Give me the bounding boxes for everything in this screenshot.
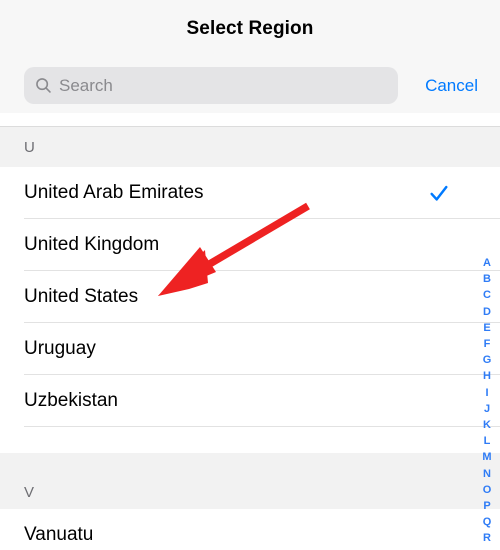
index-letter-a[interactable]: A — [483, 255, 491, 271]
list-item[interactable]: Vanuatu — [0, 509, 500, 550]
section-gap — [0, 427, 500, 453]
search-placeholder: Search — [59, 75, 113, 95]
row-label: Uzbekistan — [24, 390, 118, 411]
row-label: United States — [24, 286, 139, 307]
section-header-u: U — [0, 127, 500, 167]
list-item[interactable]: United Arab Emirates — [0, 167, 500, 219]
cancel-button[interactable]: Cancel — [425, 76, 484, 96]
navigation-bar: Select Region — [0, 0, 500, 58]
index-letter-c[interactable]: C — [483, 287, 491, 303]
row-label: Vanuatu — [24, 524, 94, 545]
list-item[interactable]: United States — [0, 271, 500, 323]
search-icon — [36, 78, 51, 93]
page-title: Select Region — [186, 18, 314, 39]
row-separator — [24, 426, 500, 427]
region-list[interactable]: U United Arab Emirates United Kingdom Un… — [0, 127, 500, 550]
select-region-screen: Select Region Search Cancel U United Ara… — [0, 0, 500, 550]
index-letter-b[interactable]: B — [483, 271, 491, 287]
index-letter-m[interactable]: M — [482, 449, 491, 465]
alphabet-index[interactable]: A B C D E F G H I J K L M N O P Q R — [478, 255, 496, 547]
index-letter-d[interactable]: D — [483, 304, 491, 320]
index-letter-o[interactable]: O — [483, 482, 492, 498]
row-label: United Arab Emirates — [24, 182, 204, 203]
index-letter-j[interactable]: J — [484, 401, 490, 417]
search-input[interactable]: Search — [24, 67, 398, 104]
index-letter-i[interactable]: I — [485, 385, 488, 401]
checkmark-icon — [430, 185, 448, 201]
index-letter-p[interactable]: P — [483, 498, 490, 514]
index-letter-f[interactable]: F — [484, 336, 491, 352]
index-letter-g[interactable]: G — [483, 352, 492, 368]
list-item[interactable]: United Kingdom — [0, 219, 500, 271]
index-letter-k[interactable]: K — [483, 417, 491, 433]
index-letter-e[interactable]: E — [483, 320, 490, 336]
index-letter-h[interactable]: H — [483, 368, 491, 384]
index-letter-r[interactable]: R — [483, 530, 491, 546]
list-item[interactable]: Uruguay — [0, 323, 500, 375]
index-letter-q[interactable]: Q — [483, 514, 492, 530]
index-letter-n[interactable]: N — [483, 466, 491, 482]
list-item[interactable]: Uzbekistan — [0, 375, 500, 427]
index-letter-l[interactable]: L — [484, 433, 491, 449]
row-label: United Kingdom — [24, 234, 160, 255]
search-bar-row: Search Cancel — [0, 58, 500, 113]
row-label: Uruguay — [24, 338, 96, 359]
section-header-v: V — [0, 453, 500, 509]
